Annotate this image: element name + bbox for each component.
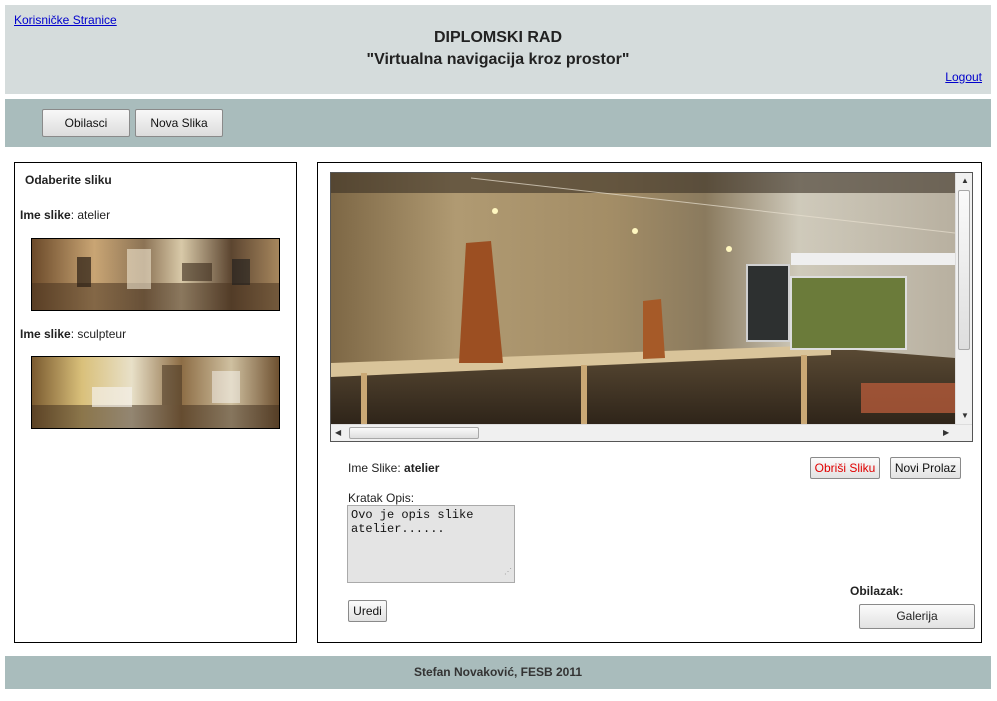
scroll-right-icon[interactable]: ▶ [943, 428, 949, 438]
resize-grip-icon[interactable]: ⋰ [504, 566, 512, 580]
description-text: Ovo je opis slike atelier...... [351, 508, 474, 536]
gallery-button[interactable]: Galerija [859, 604, 975, 629]
panorama-viewer[interactable]: ▲ ▼ ◀ ▶ [330, 172, 973, 442]
horizontal-scroll-thumb[interactable] [349, 427, 479, 439]
delete-image-button[interactable]: Obriši Sliku [810, 457, 880, 479]
image-thumbnail-sculpteur[interactable] [31, 356, 280, 429]
image-name-key: Ime slike [20, 208, 71, 222]
description-label: Kratak Opis: [348, 491, 415, 505]
new-image-button[interactable]: Nova Slika [135, 109, 223, 137]
image-name-value: atelier [77, 208, 111, 222]
image-item-label: Ime slike: atelier [20, 208, 111, 222]
vertical-scroll-thumb[interactable] [958, 190, 970, 350]
description-textarea[interactable]: Ovo je opis slike atelier...... ⋰ [347, 505, 515, 583]
vertical-scrollbar[interactable]: ▲ ▼ [955, 173, 972, 425]
image-item-label: Ime slike: sculpteur [20, 327, 127, 341]
page-header: Korisničke Stranice DIPLOMSKI RAD "Virtu… [5, 5, 991, 94]
logout-link[interactable]: Logout [945, 70, 982, 84]
image-name-value: sculpteur [77, 327, 127, 341]
scroll-down-icon[interactable]: ▼ [961, 411, 969, 421]
current-image-name: Ime Slike: atelier [348, 461, 439, 475]
image-detail-panel: ▲ ▼ ◀ ▶ Ime Slike: atelier Obriši Sliku … [317, 162, 982, 643]
page-footer: Stefan Novaković, FESB 2011 [5, 656, 991, 689]
image-name-key: Ime slike [20, 327, 71, 341]
panorama-image[interactable] [331, 173, 955, 425]
user-pages-link[interactable]: Korisničke Stranice [14, 13, 117, 27]
tours-button[interactable]: Obilasci [42, 109, 130, 137]
image-list-panel: Odaberite sliku Ime slike: atelier Ime s… [14, 162, 297, 643]
nav-bar: Obilasci Nova Slika [5, 99, 991, 147]
image-list-title: Odaberite sliku [25, 173, 112, 187]
page-title: DIPLOMSKI RAD [434, 29, 562, 46]
scroll-up-icon[interactable]: ▲ [961, 176, 969, 186]
edit-button[interactable]: Uredi [348, 600, 387, 622]
horizontal-scrollbar[interactable]: ◀ ▶ [331, 424, 972, 441]
new-pass-button[interactable]: Novi Prolaz [890, 457, 961, 479]
image-name-value: atelier [404, 461, 440, 475]
image-thumbnail-atelier[interactable] [31, 238, 280, 311]
scroll-left-icon[interactable]: ◀ [335, 428, 341, 438]
page-subtitle: "Virtualna navigacija kroz prostor" [366, 51, 630, 68]
image-name-key: Ime Slike: [348, 461, 401, 475]
tour-label: Obilazak: [850, 584, 904, 598]
